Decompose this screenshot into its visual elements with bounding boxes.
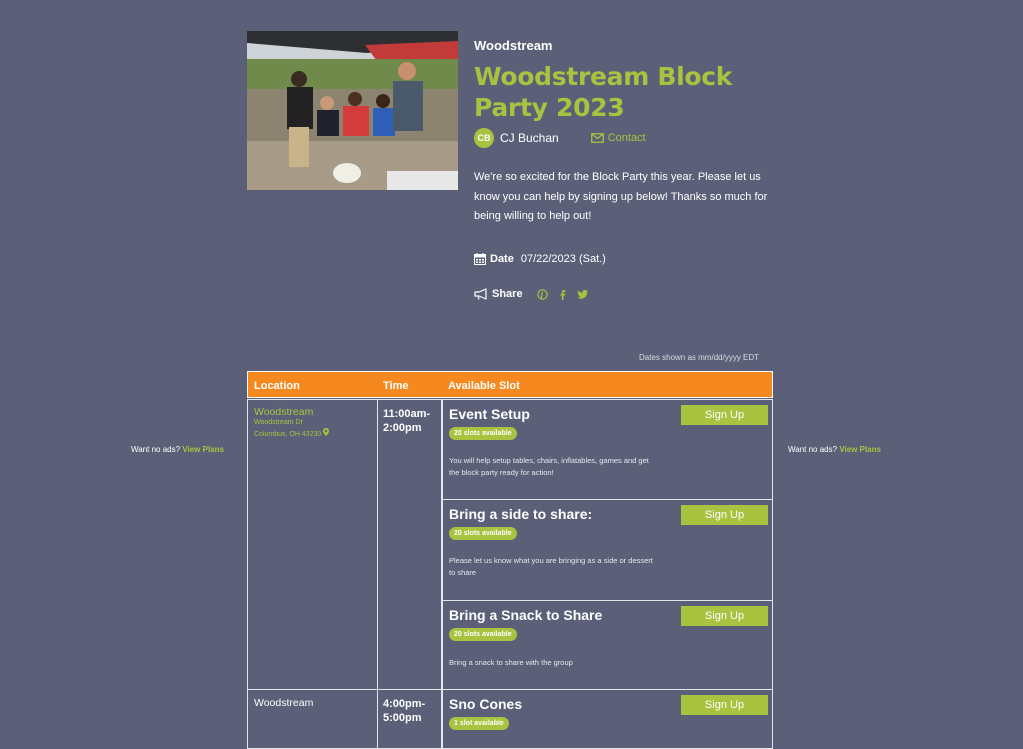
slot-row: Sno Cones 1 slot available Sign Up [442, 689, 773, 749]
calendar-icon [474, 253, 486, 265]
location-cell: Woodstream [247, 689, 378, 749]
slots-badge: 20 slots available [449, 527, 517, 540]
time-range: 11:00am-2:00pm [383, 408, 431, 434]
map-pin-icon[interactable] [323, 428, 330, 436]
slots-badge: 1 slot available [449, 717, 509, 730]
slot-title: Sno Cones [449, 696, 523, 712]
twitter-icon[interactable] [576, 289, 588, 299]
view-plans-link[interactable]: View Plans [182, 445, 224, 454]
location-link[interactable]: Woodstream [254, 406, 329, 418]
pinterest-icon[interactable] [536, 288, 548, 300]
slot-title: Bring a side to share: [449, 506, 593, 522]
mail-icon [590, 133, 604, 143]
header-time: Time [383, 380, 409, 392]
slot-description: Bring a snack to share with the group [449, 658, 573, 667]
share-row: Share [474, 288, 599, 300]
location-name: Woodstream [254, 697, 314, 709]
slot-row: Bring a Snack to Share 20 slots availabl… [442, 600, 773, 690]
no-ads-text: Want no ads? [788, 445, 838, 454]
avatar: CB [474, 128, 494, 148]
sign-up-button[interactable]: Sign Up [681, 505, 768, 525]
header-slot: Available Slot [448, 380, 520, 392]
date-row: Date 07/22/2023 (Sat.) [474, 253, 606, 265]
timezone-note: Dates shown as mm/dd/yyyy EDT [639, 353, 760, 362]
no-ads-text: Want no ads? [131, 445, 181, 454]
organizer-name: CJ Buchan [500, 131, 559, 145]
time-cell: 4:00pm-5:00pm [377, 689, 442, 749]
no-ads-left: Want no ads? View Plans [131, 445, 224, 454]
contact-link[interactable]: Contact [590, 132, 646, 144]
sign-up-button[interactable]: Sign Up [681, 606, 768, 626]
contact-label: Contact [607, 132, 646, 144]
view-plans-link[interactable]: View Plans [839, 445, 881, 454]
megaphone-icon [474, 288, 487, 300]
location-address: Woodstream Dr [254, 419, 303, 426]
facebook-icon[interactable] [559, 289, 566, 300]
sign-up-button[interactable]: Sign Up [681, 695, 768, 715]
slot-title: Bring a Snack to Share [449, 607, 603, 623]
sign-up-button[interactable]: Sign Up [681, 405, 768, 425]
date-value: 07/22/2023 (Sat.) [520, 253, 606, 265]
share-label: Share [492, 288, 523, 300]
location-cell: Woodstream Woodstream Dr Columbus, OH 43… [247, 399, 378, 690]
slot-description: Please let us know what you are bringing… [449, 556, 653, 577]
organizer-row: CB CJ Buchan Contact [474, 128, 646, 148]
time-cell: 11:00am-2:00pm [377, 399, 442, 690]
time-range: 4:00pm-5:00pm [383, 698, 426, 724]
page-title: Woodstream Block Party 2023 [474, 62, 733, 122]
table-header: Location Time Available Slot [247, 371, 773, 398]
date-label: Date [490, 253, 514, 265]
slot-title: Event Setup [449, 406, 530, 422]
slot-row: Bring a side to share: 20 slots availabl… [442, 499, 773, 601]
location-city: Columbus, OH 43230 [254, 428, 330, 440]
event-photo [247, 31, 458, 190]
header-location: Location [254, 380, 300, 392]
event-description: We're so excited for the Block Party thi… [474, 171, 768, 222]
slot-row: Event Setup 20 slots available You will … [442, 399, 773, 500]
organization-name: Woodstream [474, 38, 553, 53]
slots-badge: 20 slots available [449, 628, 517, 641]
no-ads-right: Want no ads? View Plans [788, 445, 881, 454]
slots-badge: 20 slots available [449, 427, 517, 440]
signup-table: Location Time Available Slot Woodstream … [247, 371, 773, 749]
slot-description: You will help setup tables, chairs, infl… [449, 456, 649, 477]
